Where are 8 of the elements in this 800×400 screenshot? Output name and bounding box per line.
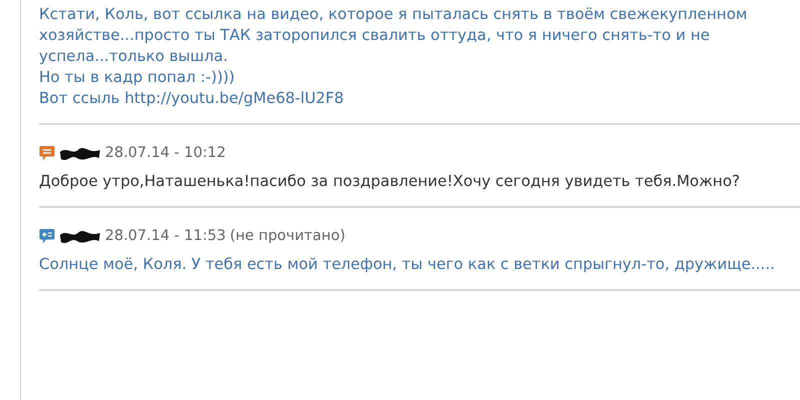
- message-text: Кстати, Коль, вот ссылка на видео, которое я пыталась снять в твоём свежекупленном хозяйстве...просто ты ТАК заторопился свалить оттуда, что я ничего снять-то и не успела...только вышла. Но ты в кадр попал :-)))) Вот ссыль http://youtu.be/gMe68-lU2F8: [39, 4, 748, 109]
- read-status: (не прочитано): [230, 226, 346, 246]
- message-date: 28.07.14 - 11:53: [105, 226, 226, 246]
- message-text: Доброе утро,Наташенька!пасибо за поздравление!Хочу сегодня увидеть тебя.Можно?: [39, 170, 741, 192]
- reply-bubble-icon: [39, 228, 55, 246]
- message-date: 28.07.14 - 10:12: [105, 144, 226, 163]
- message-text: Солнце моё, Коля. У тебя есть мой телефон, ты чего как с ветки спрыгнул-то, дружище.....: [39, 254, 776, 274]
- speech-bubble-icon: [39, 145, 55, 162]
